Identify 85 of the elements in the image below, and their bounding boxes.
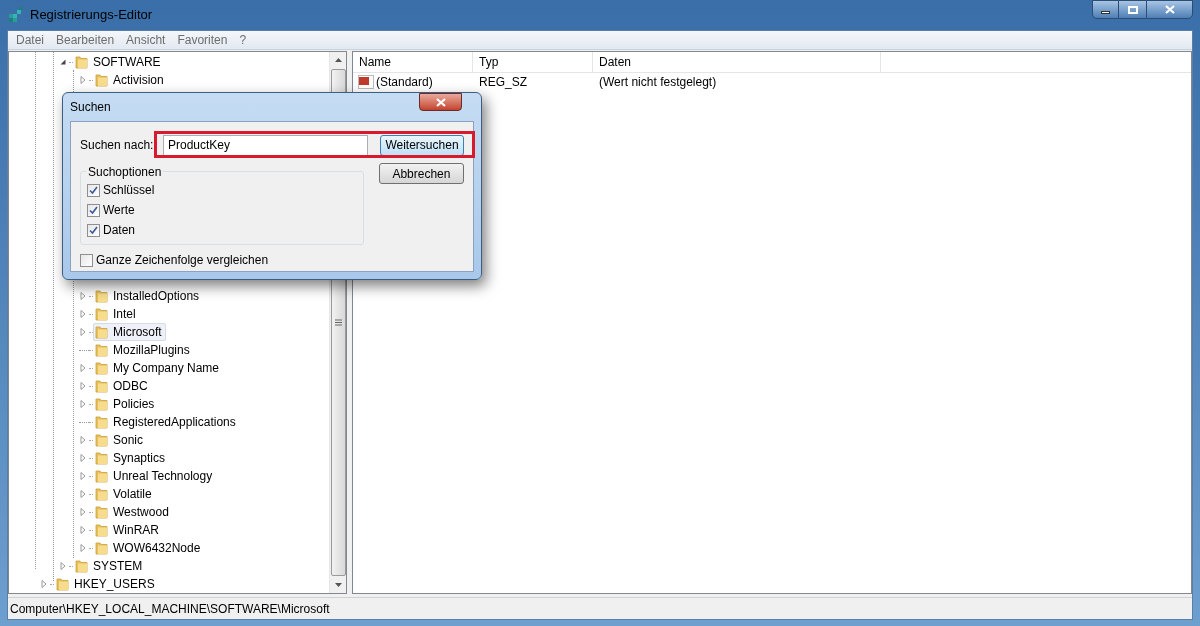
tree-item[interactable]: Volatile: [93, 485, 156, 503]
expand-triangle-icon[interactable]: [79, 76, 87, 84]
table-cell-text: (Wert nicht festgelegt): [598, 73, 718, 91]
expand-triangle-icon[interactable]: [79, 382, 87, 390]
checkbox[interactable]: Schlüssel: [87, 180, 363, 200]
folder-icon: [94, 324, 110, 340]
expand-triangle-icon[interactable]: [79, 490, 87, 498]
tree-item[interactable]: Microsoft: [93, 323, 166, 341]
expand-triangle-icon[interactable]: [79, 508, 87, 516]
column-header[interactable]: Typ: [473, 52, 593, 72]
checkbox[interactable]: Daten: [87, 220, 363, 240]
tree-item[interactable]: MozillaPlugins: [93, 341, 194, 359]
menu-item[interactable]: Favoriten: [171, 31, 234, 49]
tree-item[interactable]: My Company Name: [93, 359, 224, 377]
expand-triangle-icon[interactable]: [79, 400, 87, 408]
collapse-triangle-icon[interactable]: [59, 58, 67, 66]
expand-triangle-icon[interactable]: [79, 544, 87, 552]
expand-triangle-icon[interactable]: [79, 292, 87, 300]
close-icon: [1164, 5, 1175, 14]
folder-icon: [94, 504, 110, 520]
column-header[interactable]: Daten: [593, 52, 881, 72]
cancel-button[interactable]: Abbrechen: [378, 163, 464, 184]
search-field[interactable]: ProductKey: [163, 134, 368, 156]
expand-triangle-icon[interactable]: [79, 472, 87, 480]
folder-icon: [55, 576, 71, 592]
expand-triangle-icon[interactable]: [40, 580, 48, 588]
expand-triangle-icon[interactable]: [79, 328, 87, 336]
expand-triangle-icon[interactable]: [79, 454, 87, 462]
tree-item[interactable]: Intel: [93, 305, 140, 323]
expand-triangle-icon[interactable]: [79, 526, 87, 534]
column-header[interactable]: Name: [353, 52, 473, 72]
tree-item[interactable]: SOFTWARE: [73, 53, 165, 71]
tree-item[interactable]: WOW6432Node: [93, 539, 205, 557]
table-cell-text: REG_SZ: [478, 73, 528, 91]
folder-icon: [74, 558, 90, 574]
folder-icon: [94, 360, 110, 376]
expand-triangle-icon[interactable]: [79, 310, 87, 318]
tree-item[interactable]: ODBC: [93, 377, 152, 395]
menu-item[interactable]: Ansicht: [120, 31, 172, 49]
close-icon: [435, 97, 446, 107]
menu-item[interactable]: Datei: [10, 31, 50, 49]
folder-icon: [94, 522, 110, 538]
close-button[interactable]: [1146, 0, 1193, 19]
close-button[interactable]: [419, 93, 462, 111]
folder-icon: [94, 306, 110, 322]
string-value-icon: [358, 74, 374, 89]
expand-triangle-icon[interactable]: [59, 562, 67, 570]
dialog-title: Suchen: [70, 99, 111, 116]
tree-item[interactable]: InstalledOptions: [93, 287, 204, 305]
tree-item[interactable]: Westwood: [93, 503, 173, 521]
folder-icon: [94, 432, 110, 448]
window-title: Registrierungs-Editor: [30, 6, 153, 25]
tree-item[interactable]: SYSTEM: [73, 557, 147, 575]
folder-icon: [94, 468, 110, 484]
folder-icon: [94, 72, 110, 88]
expand-triangle-icon[interactable]: [79, 364, 87, 372]
folder-icon: [94, 486, 110, 502]
folder-icon: [94, 450, 110, 466]
tree-item[interactable]: Policies: [93, 395, 159, 413]
checkbox[interactable]: Ganze Zeichenfolge vergleichen: [80, 250, 464, 270]
folder-icon: [94, 414, 110, 430]
minimize-button[interactable]: [1092, 0, 1119, 19]
folder-icon: [74, 54, 90, 70]
folder-icon: [94, 396, 110, 412]
expand-triangle-icon[interactable]: [79, 436, 87, 444]
tree-item[interactable]: Activision: [93, 71, 168, 89]
tree-item[interactable]: Unreal Technology: [93, 467, 217, 485]
menu-item[interactable]: ?: [233, 31, 253, 49]
checkbox[interactable]: Werte: [87, 200, 363, 220]
menu-item[interactable]: Bearbeiten: [50, 31, 121, 49]
maximize-button[interactable]: [1119, 0, 1146, 19]
tree-item[interactable]: WinRAR: [93, 521, 163, 539]
folder-icon: [94, 342, 110, 358]
find-next-button[interactable]: Weitersuchen: [379, 134, 464, 156]
tree-item[interactable]: RegisteredApplications: [93, 413, 240, 431]
field-label: Suchen nach:: [80, 137, 155, 154]
tree-item[interactable]: Sonic: [93, 431, 148, 449]
table-cell-text: (Standard): [376, 73, 433, 91]
folder-icon: [94, 540, 110, 556]
folder-icon: [94, 378, 110, 394]
tree-item[interactable]: HKEY_USERS: [54, 575, 159, 593]
folder-icon: [94, 288, 110, 304]
registry-cubes-icon: [7, 6, 25, 24]
status-path: Computer\HKEY_LOCAL_MACHINE\SOFTWARE\Microsoft: [10, 600, 330, 618]
tree-item[interactable]: Synaptics: [93, 449, 170, 467]
